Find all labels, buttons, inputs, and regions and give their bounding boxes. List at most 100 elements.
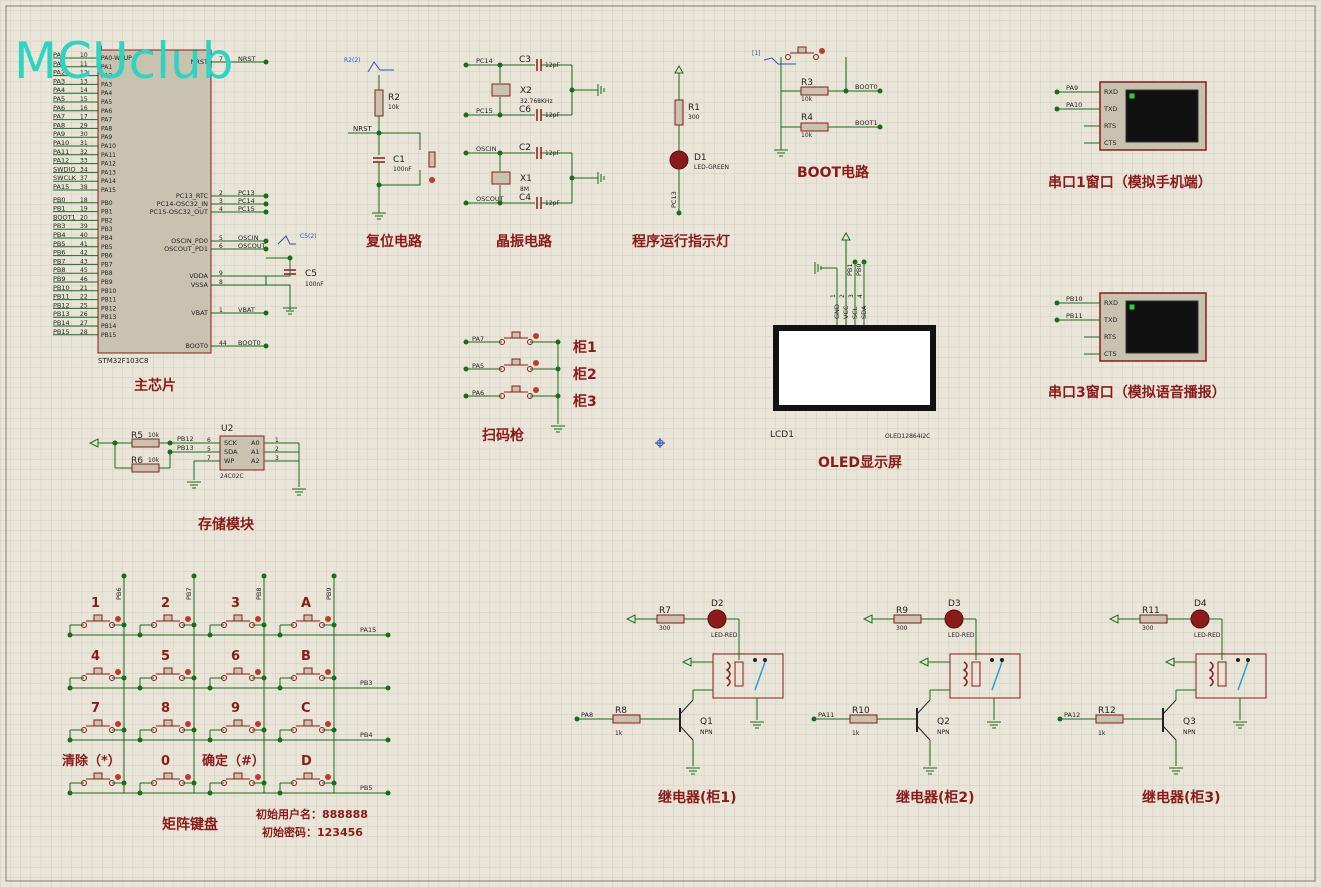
uart3-section-label: 串口3窗口（模拟语音播报） bbox=[1048, 384, 1226, 401]
crystal-section-label: 晶振电路 bbox=[496, 233, 553, 250]
relay2-section-label: 继电器(柜2) bbox=[896, 789, 975, 806]
mcu-pin-net-label: PA11 bbox=[53, 148, 69, 156]
uart1-pin-label: TXD bbox=[1103, 105, 1117, 113]
button-indicator bbox=[533, 387, 539, 393]
junction-dot bbox=[331, 675, 337, 681]
junction-dot bbox=[569, 175, 575, 181]
uart1-section-label: 串口1窗口（模拟手机端） bbox=[1048, 174, 1212, 191]
net-end-dot bbox=[121, 573, 127, 579]
eeprom-section-label: 存储模块 bbox=[198, 516, 255, 533]
relay-led-resistor-ref: R7 bbox=[659, 606, 671, 616]
reset-button bbox=[428, 151, 436, 168]
button-cap bbox=[233, 772, 243, 780]
keypad-key-label: 确定（#） bbox=[202, 753, 265, 769]
mcu-pin-net-label: PA5 bbox=[53, 95, 65, 103]
mcu-pin-number: 46 bbox=[80, 276, 88, 283]
button-indicator bbox=[255, 721, 261, 727]
mcu-pin-net-label: PB4 bbox=[53, 231, 66, 239]
net-end-dot bbox=[463, 112, 469, 118]
mcu-pin-name: PB11 bbox=[101, 297, 117, 304]
mcu-right-pin-number: 5 bbox=[219, 235, 223, 242]
junction-dot bbox=[191, 727, 197, 733]
junction-dot bbox=[67, 790, 73, 796]
button-indicator bbox=[325, 721, 331, 727]
eeprom-pin-name: WP bbox=[224, 457, 234, 465]
oled-scl-net: PB1 bbox=[846, 263, 854, 276]
relay3-section-label: 继电器(柜3) bbox=[1142, 789, 1221, 806]
net-end-dot bbox=[852, 259, 858, 265]
junction-dot bbox=[843, 88, 849, 94]
mcu-right-net-label: PC14 bbox=[238, 197, 255, 205]
net-end-dot bbox=[1054, 317, 1060, 323]
button-indicator bbox=[185, 616, 191, 622]
junction-dot bbox=[137, 737, 143, 743]
d1-value: LED-GREEN bbox=[694, 164, 729, 171]
oled-ref: LCD1 bbox=[770, 430, 794, 440]
uart3-pin-label: RTS bbox=[1104, 333, 1116, 341]
mcu-pin-name: PB0 bbox=[101, 200, 113, 207]
r1-ref: R1 bbox=[688, 103, 700, 113]
mcu-pin-number: 28 bbox=[80, 329, 88, 336]
junction-dot bbox=[191, 675, 197, 681]
oled-sda-net: PB0 bbox=[855, 263, 863, 276]
watermark-logo: MCUclub bbox=[14, 32, 233, 90]
mcu-pin-number: 43 bbox=[80, 258, 88, 265]
relay-contact-dot bbox=[753, 658, 757, 662]
mcu-pin-name: PA12 bbox=[101, 161, 116, 168]
mcu-pin-name: PA14 bbox=[101, 178, 116, 185]
mcu-pin-name: PA10 bbox=[101, 143, 116, 150]
uart1-pin-label: CTS bbox=[1104, 139, 1117, 147]
eeprom-pin-name: A2 bbox=[251, 457, 260, 465]
crystal-body bbox=[491, 83, 511, 97]
net-end-dot bbox=[263, 59, 269, 65]
button-indicator bbox=[115, 774, 121, 780]
relay-base-resistor-value: 1k bbox=[852, 730, 860, 737]
relay-led-resistor-ref: R11 bbox=[1142, 606, 1160, 616]
crystal-net-label: PC14 bbox=[476, 57, 493, 65]
keypad-key-label: C bbox=[301, 701, 311, 716]
button-cap bbox=[303, 772, 313, 780]
net-end-dot bbox=[463, 150, 469, 156]
mcu-pin-net-label: PA9 bbox=[53, 130, 65, 138]
junction-dot bbox=[331, 727, 337, 733]
relay1-section-label: 继电器(柜1) bbox=[658, 789, 737, 806]
r5-ref: R5 bbox=[131, 431, 143, 441]
crystal-cap-value: 12pF bbox=[545, 112, 560, 119]
oled-pin-number: 3 bbox=[848, 294, 855, 298]
button-cap bbox=[303, 614, 313, 622]
crystal-cap-value: 12pF bbox=[545, 62, 560, 69]
mcu-right-net-label: PC13 bbox=[238, 189, 255, 197]
button-indicator bbox=[185, 669, 191, 675]
mcu-pin-net-label: PA12 bbox=[53, 157, 69, 165]
keypad-key-label: 8 bbox=[161, 701, 170, 716]
button-cap bbox=[163, 667, 173, 675]
junction-dot bbox=[261, 780, 267, 786]
keypad-column-net: PB7 bbox=[185, 587, 193, 600]
mcu-pin-number: 31 bbox=[80, 140, 88, 147]
button-indicator bbox=[115, 721, 121, 727]
oled-pin-label: SDA bbox=[860, 305, 868, 319]
boot-probe-label: [1] bbox=[752, 50, 761, 57]
button-cap bbox=[511, 385, 521, 393]
keypad-note-username: 初始用户名：888888 bbox=[256, 807, 368, 821]
uart3-pin-label: RXD bbox=[1104, 299, 1118, 307]
relay-base-resistor bbox=[1095, 714, 1124, 724]
r4-ref: R4 bbox=[801, 113, 813, 123]
mcu-pin-name: PB12 bbox=[101, 305, 117, 312]
button-indicator bbox=[819, 48, 825, 54]
oled-pin-label: VCC bbox=[842, 305, 850, 319]
mcu-pin-name: PA7 bbox=[101, 117, 112, 124]
boot0-net-label: BOOT0 bbox=[855, 83, 878, 91]
relay-led-value: LED-RED bbox=[948, 632, 975, 639]
junction-dot bbox=[331, 780, 337, 786]
net-end-dot bbox=[676, 210, 682, 216]
net-end-dot bbox=[261, 573, 267, 579]
junction-dot bbox=[67, 632, 73, 638]
transistor-ref: Q1 bbox=[700, 717, 713, 727]
net-end-dot bbox=[463, 366, 469, 372]
mcu-pin-net-label: PB8 bbox=[53, 266, 66, 274]
mcu-right-pin-name: PC14-OSC32_IN bbox=[157, 200, 208, 208]
scanner-net-label: PA5 bbox=[472, 362, 484, 370]
mcu-right-pin-number: 4 bbox=[219, 206, 223, 213]
eeprom-ref: U2 bbox=[221, 424, 233, 434]
